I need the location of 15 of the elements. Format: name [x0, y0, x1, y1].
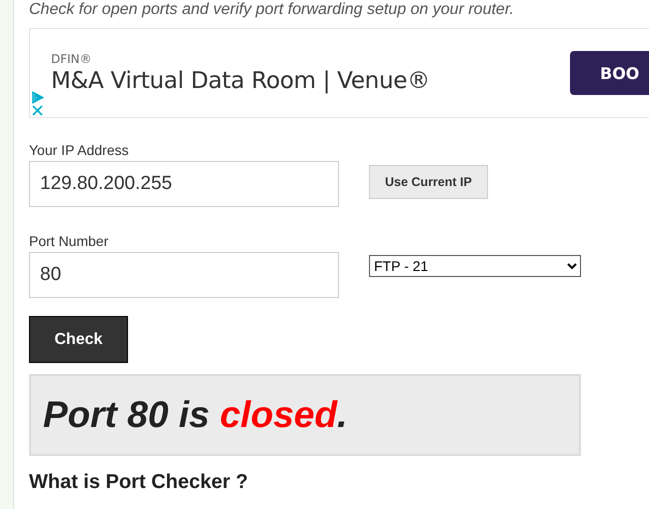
- ad-headline[interactable]: M&A Virtual Data Room | Venue®: [51, 68, 430, 94]
- field-label: Your IP Address: [29, 142, 130, 158]
- field-label: Port Number: [29, 233, 110, 249]
- result-text: Port 80 is closed.: [43, 394, 348, 436]
- check-button[interactable]: Check: [29, 316, 128, 363]
- section-heading: What is Port Checker ?: [29, 470, 249, 494]
- use-current-ip-button[interactable]: Use Current IP: [369, 165, 488, 199]
- play-icon[interactable]: [31, 91, 44, 104]
- close-icon[interactable]: [31, 105, 44, 116]
- ad-advertiser: DFIN®: [51, 52, 92, 66]
- intro-text: Check for open ports and verify port forwarding setup on your router.: [29, 0, 515, 20]
- port-number-field[interactable]: 80: [29, 252, 339, 298]
- ad-button[interactable]: BOO: [570, 51, 649, 95]
- ip-address-field[interactable]: 129.80.200.255: [29, 161, 339, 207]
- service-select[interactable]: FTP - 21: [369, 255, 581, 277]
